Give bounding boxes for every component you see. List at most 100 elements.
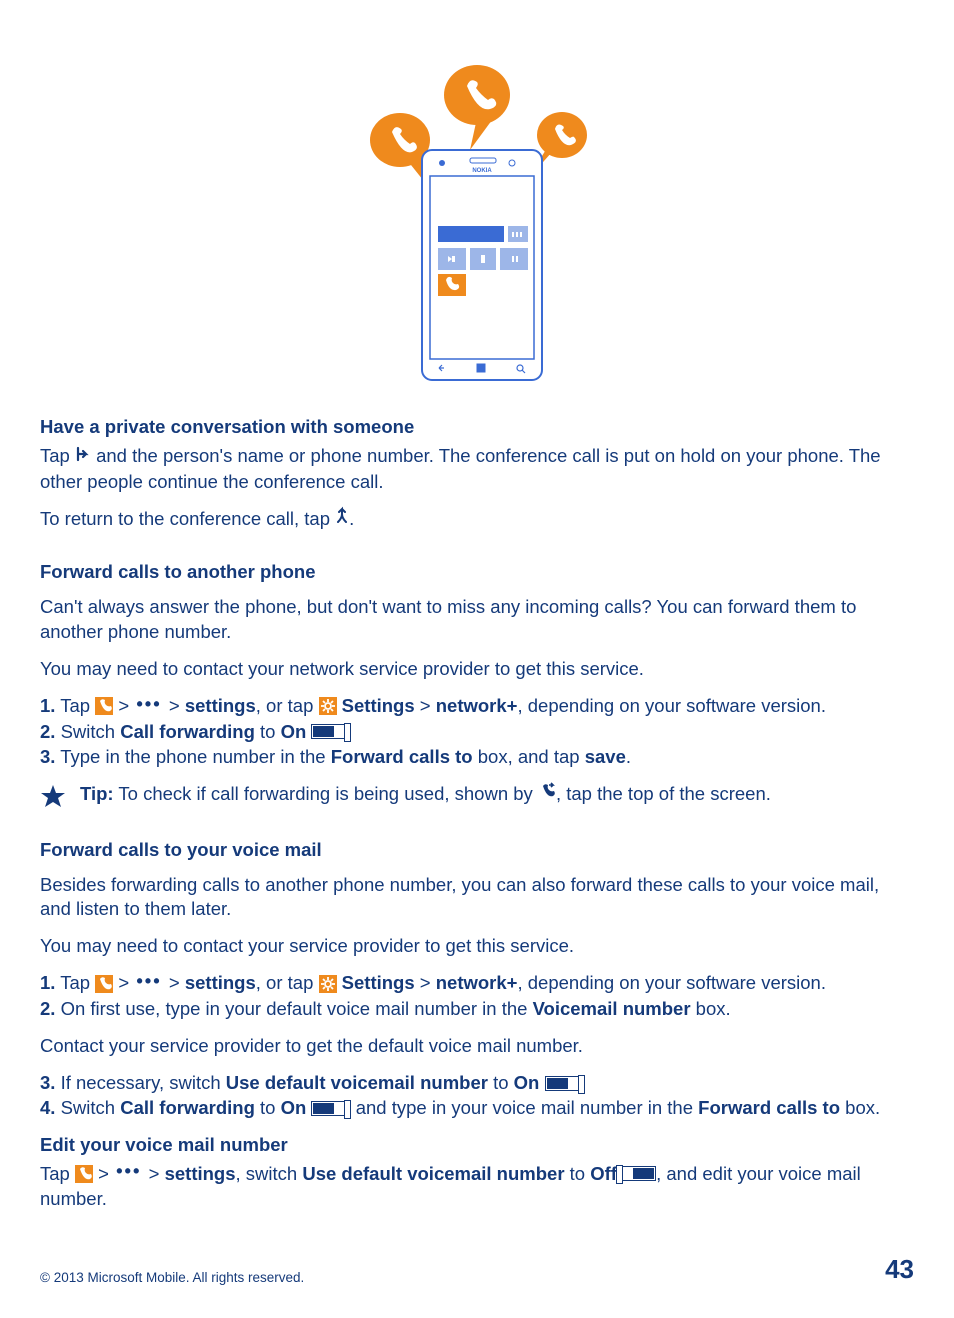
svg-text:NOKIA: NOKIA <box>472 168 492 174</box>
forward-indicator-icon <box>538 781 556 806</box>
step: 3. Type in the phone number in the Forwa… <box>40 745 914 770</box>
step: 1. Tap > ••• > settings, or tap Settings… <box>40 694 914 720</box>
text: Switch <box>55 1097 120 1118</box>
text: to <box>488 1072 514 1093</box>
paragraph: To return to the conference call, tap . <box>40 507 914 533</box>
tip-text: Tip: To check if call forwarding is bein… <box>80 782 771 808</box>
step: 2. On first use, type in your default vo… <box>40 997 914 1022</box>
save-label: save <box>585 746 626 767</box>
forward-calls-to-label: Forward calls to <box>698 1097 840 1118</box>
text: On first use, type in your default voice… <box>55 998 532 1019</box>
settings-label: settings <box>185 695 256 716</box>
footer: © 2013 Microsoft Mobile. All rights rese… <box>40 1252 914 1287</box>
phone-icon <box>75 1165 93 1183</box>
settings-label-cap: Settings <box>342 972 415 993</box>
on-label: On <box>281 721 307 742</box>
settings-label-cap: Settings <box>342 695 415 716</box>
voicemail-number-label: Voicemail number <box>533 998 691 1019</box>
paragraph: Can't always answer the phone, but don't… <box>40 595 914 645</box>
step: 4. Switch Call forwarding to On , and ty… <box>40 1096 914 1121</box>
text: box, and tap <box>473 746 585 767</box>
text: Tap <box>55 972 95 993</box>
steps-list: 3. If necessary, switch Use default voic… <box>40 1071 914 1121</box>
text: , or tap <box>256 972 319 993</box>
steps-list: 1. Tap > ••• > settings, or tap Settings… <box>40 971 914 1022</box>
text: > <box>415 695 436 716</box>
on-label: On <box>514 1072 540 1093</box>
text: > <box>113 972 134 993</box>
paragraph: Tap and the person's name or phone numbe… <box>40 444 914 495</box>
paragraph: Tap > ••• > settings, switch Use default… <box>40 1162 914 1213</box>
step-number: 3. <box>40 1072 55 1093</box>
text: , depending on your software version. <box>517 695 826 716</box>
text: Type in the phone number in the <box>55 746 330 767</box>
step: 3. If necessary, switch Use default voic… <box>40 1071 914 1096</box>
heading-private-conversation: Have a private conversation with someone <box>40 415 914 440</box>
call-forwarding-label: Call forwarding <box>120 721 255 742</box>
text: > <box>113 695 134 716</box>
on-label: On <box>281 1097 307 1118</box>
text: . <box>349 508 354 529</box>
step-number: 4. <box>40 1097 55 1118</box>
text: box. <box>691 998 731 1019</box>
paragraph: Besides forwarding calls to another phon… <box>40 873 914 923</box>
text: Switch <box>55 721 120 742</box>
step: 1. Tap > ••• > settings, or tap Settings… <box>40 971 914 997</box>
paragraph: Contact your service provider to get the… <box>40 1034 914 1059</box>
text: If necessary, switch <box>55 1072 225 1093</box>
paragraph: You may need to contact your service pro… <box>40 934 914 959</box>
more-icon: ••• <box>134 969 163 994</box>
toggle-on-icon <box>545 1076 579 1091</box>
network-label: network+ <box>436 972 518 993</box>
text: > <box>144 1163 165 1184</box>
text: Tap <box>40 1163 75 1184</box>
toggle-on-icon <box>311 1101 345 1116</box>
text: box. <box>840 1097 880 1118</box>
text: > <box>164 695 185 716</box>
gear-icon <box>319 975 337 993</box>
heading-forward-calls: Forward calls to another phone <box>40 560 914 585</box>
heading-edit-voicemail: Edit your voice mail number <box>40 1133 914 1158</box>
text: to <box>565 1163 591 1184</box>
text: Tap <box>55 695 95 716</box>
text: > <box>164 972 185 993</box>
use-default-voicemail-label: Use default voicemail number <box>302 1163 564 1184</box>
phone-icon <box>95 697 113 715</box>
page-number: 43 <box>885 1252 914 1287</box>
step-number: 3. <box>40 746 55 767</box>
text: , or tap <box>256 695 319 716</box>
text: , tap the top of the screen. <box>556 783 771 804</box>
text: . <box>626 746 631 767</box>
step-number: 1. <box>40 695 55 716</box>
toggle-off-icon <box>622 1166 656 1181</box>
tip-label: Tip: <box>80 783 114 804</box>
phone-icon <box>95 975 113 993</box>
text: To check if call forwarding is being use… <box>114 783 538 804</box>
text: , switch <box>236 1163 303 1184</box>
text: To return to the conference call, tap <box>40 508 335 529</box>
step-number: 2. <box>40 998 55 1019</box>
text: to <box>255 721 281 742</box>
heading-forward-voicemail: Forward calls to your voice mail <box>40 838 914 863</box>
forward-calls-to-label: Forward calls to <box>331 746 473 767</box>
gear-icon <box>319 697 337 715</box>
merge-icon <box>335 506 349 531</box>
use-default-voicemail-label: Use default voicemail number <box>226 1072 488 1093</box>
toggle-on-icon <box>311 724 345 739</box>
arrow-right-icon <box>75 444 91 469</box>
steps-list: 1. Tap > ••• > settings, or tap Settings… <box>40 694 914 770</box>
text: , and type in your voice mail number in … <box>345 1097 698 1118</box>
step-number: 2. <box>40 721 55 742</box>
step: 2. Switch Call forwarding to On . <box>40 720 914 745</box>
star-icon <box>40 784 66 810</box>
text: Tap <box>40 445 75 466</box>
copyright: © 2013 Microsoft Mobile. All rights rese… <box>40 1269 304 1287</box>
conference-call-illustration: NOKIA <box>352 40 602 385</box>
step-number: 1. <box>40 972 55 993</box>
text: to <box>255 1097 281 1118</box>
off-label: Off <box>590 1163 617 1184</box>
call-forwarding-label: Call forwarding <box>120 1097 255 1118</box>
tip: Tip: To check if call forwarding is bein… <box>40 782 914 810</box>
text: and the person's name or phone number. T… <box>40 445 881 492</box>
network-label: network+ <box>436 695 518 716</box>
